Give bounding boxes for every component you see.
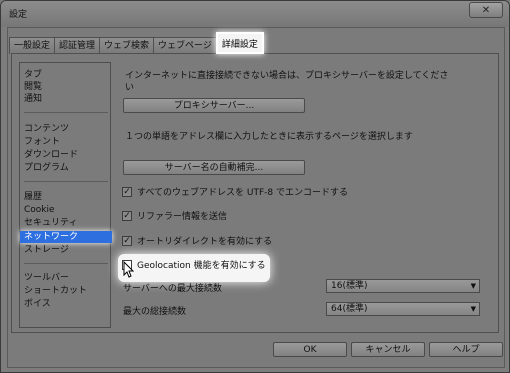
category-list: タブ 閲覧 通知 コンテンツ フォント ダウンロード プログラム 履歴 Cook… [19,62,112,328]
ok-button[interactable]: OK [273,342,347,357]
tab-general[interactable]: 一般設定 [9,37,56,54]
redirect-checkbox[interactable]: ✓ [122,235,132,246]
single-word-description: １つの単語をアドレス欄に入力したときに表示するページを選択します [125,132,413,142]
title-bar: 設定 ✕ [1,1,509,27]
settings-window: 設定 ✕ 一般設定 認証管理 ウェブ検索 ウェブページ 詳細設定 タブ 閲覧 通… [0,0,510,373]
sidebar-item-fonts[interactable]: フォント [24,136,60,148]
max-total-connections-value: 64(標準) [331,304,368,314]
sidebar-item-history[interactable]: 履歴 [24,191,42,203]
list-divider [24,181,108,182]
sidebar-item-downloads[interactable]: ダウンロード [24,149,78,161]
send-referrer-option[interactable]: ✓ リファラー情報を送信 [122,209,227,222]
max-server-connections-select[interactable]: 16(標準) ▼ [326,279,480,293]
dropdown-arrow-icon: ▼ [470,282,476,290]
auto-redirect-option[interactable]: ✓ オートリダイレクトを有効にする [122,234,272,247]
cancel-button[interactable]: キャンセル [351,342,425,357]
utf8-checkbox[interactable]: ✓ [122,186,132,197]
geolocation-label: Geolocation 機能を有効にする [137,261,266,271]
sidebar-item-network[interactable]: ネットワーク [20,231,112,243]
sidebar-item-browsing[interactable]: 閲覧 [24,81,42,93]
sidebar-item-cookie[interactable]: Cookie [24,204,55,216]
sidebar-item-tabs[interactable]: タブ [24,69,42,81]
sidebar-item-programs[interactable]: プログラム [24,162,69,174]
geolocation-option[interactable]: Geolocation 機能を有効にする [122,258,266,271]
utf8-label: すべてのウェブアドレスを UTF-8 でエンコードする [137,188,348,198]
tab-advanced[interactable]: 詳細設定 [215,32,264,54]
tab-auth[interactable]: 認証管理 [54,37,101,54]
window-title: 設定 [9,10,28,20]
proxy-server-button[interactable]: プロキシサーバー... [123,98,305,113]
max-server-connections-value: 16(標準) [331,281,368,291]
tab-bar: 一般設定 認証管理 ウェブ検索 ウェブページ 詳細設定 [9,32,264,54]
dropdown-arrow-icon: ▼ [470,305,476,313]
close-button[interactable]: ✕ [469,2,503,18]
sidebar-item-notifications[interactable]: 通知 [24,93,42,105]
mouse-pointer-icon [123,261,135,278]
referrer-label: リファラー情報を送信 [137,212,228,222]
help-button[interactable]: ヘルプ [429,342,503,357]
utf8-encode-option[interactable]: ✓ すべてのウェブアドレスを UTF-8 でエンコードする [122,185,348,198]
sidebar-item-shortcuts[interactable]: ショートカット [24,285,87,297]
server-name-completion-button[interactable]: サーバー名の自動補完... [123,160,305,175]
referrer-checkbox[interactable]: ✓ [122,210,132,221]
redirect-label: オートリダイレクトを有効にする [137,237,273,247]
sidebar-item-voice[interactable]: ボイス [24,298,51,310]
tab-web-page[interactable]: ウェブページ [153,37,217,54]
proxy-description: インターネットに直接接続できない場合は、プロキシサーバーを設定してくださ [125,71,449,81]
max-total-connections-select[interactable]: 64(標準) ▼ [326,302,480,316]
sidebar-item-toolbars[interactable]: ツールバー [24,272,69,284]
list-divider [24,112,108,113]
max-server-connections-label: サーバーへの最大接続数 [123,284,222,294]
tab-web-search[interactable]: ウェブ検索 [99,37,155,54]
proxy-description-cont: い [125,83,135,93]
sidebar-item-storage[interactable]: ストレージ [24,244,69,256]
max-total-connections-label: 最大の総接続数 [123,307,187,317]
list-divider [24,263,108,264]
sidebar-item-security[interactable]: セキュリティ [24,217,77,229]
sidebar-item-content[interactable]: コンテンツ [24,123,69,135]
